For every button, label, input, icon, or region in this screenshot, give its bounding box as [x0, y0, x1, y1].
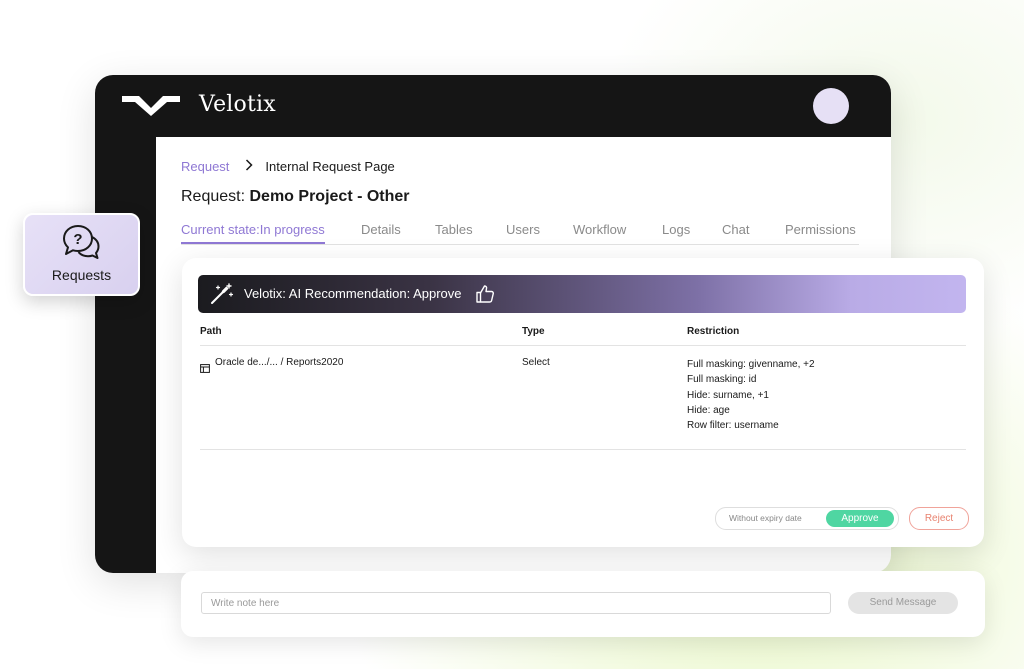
tab-users[interactable]: Users — [506, 222, 540, 237]
expiry-toggle[interactable]: Without expiry date — [729, 513, 802, 523]
page-title: Request: Demo Project - Other — [181, 188, 410, 206]
ai-recommendation-banner: Velotix: AI Recommendation: Approve — [198, 275, 966, 313]
row-type: Select — [522, 357, 550, 368]
tab-workflow[interactable]: Workflow — [573, 222, 626, 237]
svg-text:?: ? — [73, 231, 82, 248]
restriction-item: Row filter: username — [687, 420, 779, 432]
magic-wand-icon — [210, 283, 234, 310]
tab-details[interactable]: Details — [361, 222, 401, 237]
sidebar — [95, 137, 156, 573]
breadcrumb-link-request[interactable]: Request — [181, 159, 229, 174]
column-header-path: Path — [200, 326, 222, 337]
page-title-name: Demo Project - Other — [249, 188, 410, 205]
approve-action-group: Without expiry date Approve — [715, 507, 899, 530]
row-divider — [200, 449, 966, 450]
requests-nav-badge[interactable]: ? Requests — [23, 213, 140, 296]
tab-bar: Current state:In progress Details Tables… — [181, 222, 859, 245]
note-panel: Send Message — [181, 571, 985, 637]
row-restrictions: Full masking: givenname, +2 Full masking… — [687, 357, 815, 433]
column-header-restriction: Restriction — [687, 326, 740, 337]
breadcrumb-current: Internal Request Page — [265, 159, 395, 174]
requests-label: Requests — [51, 267, 112, 283]
column-header-type: Type — [522, 326, 545, 337]
user-avatar[interactable] — [813, 88, 849, 124]
breadcrumb: Request Internal Request Page — [181, 159, 395, 174]
recommendation-card: Velotix: AI Recommendation: Approve Path… — [182, 258, 984, 547]
recommendation-text: Velotix: AI Recommendation: Approve — [244, 286, 462, 301]
tab-current-state[interactable]: Current state:In progress — [181, 222, 325, 244]
top-bar: Velotix — [95, 75, 891, 137]
page-title-prefix: Request: — [181, 188, 246, 205]
tab-chat[interactable]: Chat — [722, 222, 749, 237]
question-chat-icon: ? — [61, 223, 101, 266]
thumbs-up-icon[interactable] — [475, 284, 495, 309]
note-input[interactable] — [201, 592, 831, 614]
reject-button[interactable]: Reject — [909, 507, 969, 530]
chevron-right-icon — [245, 159, 253, 174]
header-divider — [200, 345, 966, 346]
tab-permissions[interactable]: Permissions — [785, 222, 856, 237]
restriction-item: Hide: surname, +1 — [687, 389, 769, 401]
restriction-item: Hide: age — [687, 404, 730, 416]
tab-logs[interactable]: Logs — [662, 222, 690, 237]
send-message-button[interactable]: Send Message — [848, 592, 958, 614]
velotix-logo-icon — [122, 96, 180, 121]
restriction-item: Full masking: id — [687, 374, 757, 386]
row-path[interactable]: Oracle de.../... / Reports2020 — [215, 357, 343, 368]
table-icon — [200, 360, 210, 378]
restriction-item: Full masking: givenname, +2 — [687, 359, 815, 370]
brand-name[interactable]: Velotix — [199, 92, 276, 117]
tab-tables[interactable]: Tables — [435, 222, 473, 237]
approve-button[interactable]: Approve — [826, 510, 894, 527]
